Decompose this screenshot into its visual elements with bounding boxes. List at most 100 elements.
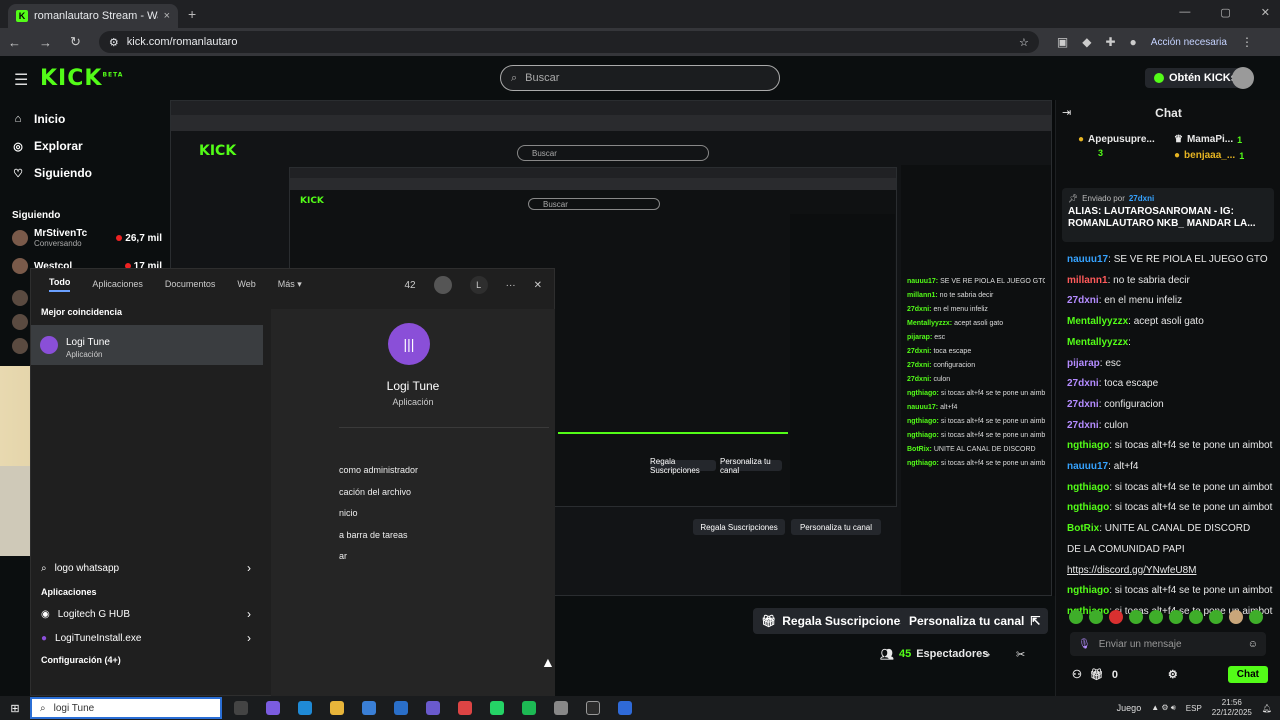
task-view-icon[interactable] [234,701,248,715]
maximize-button[interactable]: ▢ [1220,6,1230,19]
mail-icon[interactable] [394,701,408,715]
gift-subs-button[interactable]: 🎁︎ Regala Suscripciones [753,608,915,634]
close-panel-icon[interactable]: ✕ [534,280,542,291]
customize-channel-button[interactable]: Personaliza tu canal ⇱ [901,608,1049,634]
top-gifter-3[interactable]: ● benjaaa_... 1 [1174,150,1244,161]
bookmark-star-icon[interactable]: ☆ [1019,36,1029,49]
chrome-icon[interactable] [458,701,472,715]
avatar[interactable] [12,314,28,330]
chat-username[interactable]: nauuu17 [1067,254,1108,265]
app-result-item[interactable]: ◉ Logitech G HUB › [41,607,251,621]
chat-username[interactable]: 27dxni [1067,399,1099,410]
emoji-icon[interactable]: ☺ [1248,639,1258,650]
whatsapp-icon[interactable] [490,701,504,715]
clock[interactable]: 21:56 22/12/2025 [1212,698,1252,718]
top-gifter-2[interactable]: ♛ MamaPi... 1 [1174,134,1242,145]
action-pin-taskbar[interactable]: a barra de tareas [339,530,408,540]
settings-section-title[interactable]: Configuración (4+) [41,655,121,665]
tray-icons[interactable]: ▲ ⚙ 🔊︎ [1151,703,1176,713]
pinned-message[interactable]: 📌︎ Enviado por 27dxni ALIAS: LAUTAROSANROM… [1062,188,1274,242]
user-avatar[interactable] [1232,67,1254,89]
search-input[interactable]: ⌕ Buscar [500,65,780,91]
clip-icon[interactable]: ✂ [1016,648,1025,661]
menu-dots-icon[interactable]: ⋮ [1241,35,1253,49]
chat-username[interactable]: BotRix [1067,523,1099,534]
settings-gear-icon[interactable]: ⚙ [1168,668,1178,681]
emote[interactable] [1209,610,1223,624]
tab-web[interactable]: Web [237,279,255,289]
action-open-location[interactable]: cación del archivo [339,487,411,497]
chat-send-button[interactable]: Chat [1227,666,1268,683]
sidebar-item-inicio[interactable]: ⌂ Inicio [12,112,66,126]
tab-mas[interactable]: Más ▾ [278,279,302,290]
emote[interactable] [1129,610,1143,624]
chat-username[interactable]: 27dxni [1067,295,1099,306]
chat-username[interactable]: 27dxni [1067,378,1099,389]
tab-documentos[interactable]: Documentos [165,279,216,289]
translate-icon[interactable]: ▣ [1057,35,1068,49]
windows-start-icon[interactable]: ⊞ [0,702,30,715]
app-result-item[interactable]: ● LogiTuneInstall.exe › [41,631,251,645]
emote[interactable] [1189,610,1203,624]
chat-username[interactable]: nauuu17 [1067,461,1108,472]
avatar[interactable] [12,290,28,306]
accion-necesaria-button[interactable]: Acción necesaria [1151,37,1227,48]
chat-username[interactable]: ngthiago [1067,502,1109,513]
hamburger-menu-icon[interactable]: ☰ [14,70,28,90]
account-avatar[interactable]: L [469,276,488,294]
forward-icon[interactable]: → [39,35,52,50]
close-window-button[interactable]: ✕ [1261,6,1270,19]
obs-icon[interactable] [426,701,440,715]
rewards-trophy-icon[interactable] [433,276,452,294]
emote[interactable] [1229,610,1243,624]
roblox-icon[interactable] [618,701,632,715]
emote[interactable] [1109,610,1123,624]
chat-username[interactable]: Mentallyyzzx [1067,316,1128,327]
obs-studio-icon[interactable] [586,701,600,715]
tab-close-icon[interactable]: × [164,10,170,22]
back-icon[interactable]: ← [8,35,21,50]
chat-username[interactable]: 27dxni [1067,420,1099,431]
edge-icon[interactable] [298,701,312,715]
taskbar-search-input[interactable]: ⌕ logi Tune [30,697,222,719]
reload-icon[interactable]: ↻ [70,34,81,50]
chat-username[interactable]: Mentallyyzzx [1067,337,1128,348]
action-pin-start[interactable]: nicio [339,508,358,518]
followed-channel[interactable]: MrStivenTc Conversando 26,7 mil [12,228,162,248]
emote[interactable] [1149,610,1163,624]
top-gifter-1[interactable]: ● Apepusupre... [1078,134,1155,145]
address-bar[interactable]: ⚙ kick.com/romanlautaro ☆ [98,31,1039,53]
get-kicks-button[interactable]: Obtén KICKs [1145,68,1246,88]
chat-username[interactable]: ngthiago [1067,585,1109,596]
more-options-icon[interactable]: ··· [506,280,516,291]
spotify-icon[interactable] [522,701,536,715]
emote[interactable] [1249,610,1263,624]
browser-tab[interactable]: K romanlautaro Stream - Watch l × [8,4,178,28]
points-icon[interactable]: ⚇ [1072,668,1082,681]
gift-sub-icon[interactable]: 🎁︎ [1090,668,1104,681]
explorer-icon[interactable] [330,701,344,715]
notification-icon[interactable]: 🔔︎ [1262,704,1272,713]
minimize-button[interactable]: — [1179,6,1190,19]
emote[interactable] [1169,610,1183,624]
chat-username[interactable]: pijarap [1067,358,1100,369]
web-result-item[interactable]: ⌕ logo whatsapp › [41,561,251,575]
chat-username[interactable]: ngthiago [1067,440,1109,451]
profile-icon[interactable]: ● [1130,35,1137,49]
chat-username[interactable]: ngthiago [1067,482,1109,493]
tab-aplicaciones[interactable]: Aplicaciones [92,279,143,289]
sidebar-item-siguiendo[interactable]: ♡ Siguiendo [12,166,92,180]
action-uninstall[interactable]: ar [339,551,347,561]
site-info-icon[interactable]: ⚙ [109,36,119,49]
mic-icon[interactable]: 🎙︎ [1078,639,1091,650]
sidebar-item-explorar[interactable]: ◎ Explorar [12,139,83,153]
extension-icon[interactable]: ◆ [1082,35,1091,49]
chat-username[interactable]: millann1 [1067,275,1108,286]
emote[interactable] [1069,610,1083,624]
game-mode-label[interactable]: Juego [1117,703,1142,713]
share-icon[interactable]: ⤷ [984,648,990,661]
copilot-icon[interactable] [266,701,280,715]
kick-logo[interactable]: KICKBETA [40,66,123,91]
chat-input[interactable]: 🎙︎ Enviar un mensaje ☺ [1070,632,1266,656]
language-indicator[interactable]: ESP [1186,704,1202,713]
